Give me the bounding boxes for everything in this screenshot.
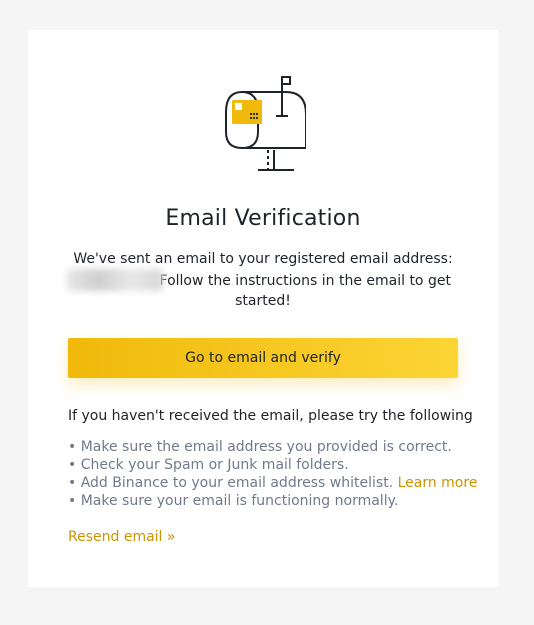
- tip-text: Add Binance to your email address whitel…: [80, 475, 394, 491]
- resend-email-link[interactable]: Resend email »: [68, 529, 175, 545]
- learn-more-link[interactable]: Learn more: [398, 475, 478, 491]
- page-title: Email Verification: [165, 206, 361, 231]
- list-item: Add Binance to your email address whitel…: [68, 474, 478, 492]
- list-item: Make sure the email address you provided…: [68, 438, 477, 456]
- list-item: Make sure your email is functioning norm…: [68, 492, 477, 510]
- tips-list: Make sure the email address you provided…: [68, 438, 478, 510]
- tip-text: Make sure the email address you provided…: [80, 439, 452, 455]
- description: We've sent an email to your registered e…: [67, 249, 458, 311]
- tip-text: Check your Spam or Junk mail folders.: [80, 457, 349, 473]
- mailbox-icon: [225, 76, 306, 171]
- description-line2: Follow the instructions in the email to …: [159, 273, 451, 309]
- description-line1: We've sent an email to your registered e…: [73, 251, 453, 267]
- help-heading: If you haven't received the email, pleas…: [68, 408, 473, 424]
- redacted-email: [67, 269, 164, 291]
- go-to-email-button[interactable]: Go to email and verify: [68, 338, 458, 378]
- tip-text: Make sure your email is functioning norm…: [80, 493, 399, 509]
- list-item: Check your Spam or Junk mail folders.: [68, 456, 477, 474]
- verification-card: Email Verification We've sent an email t…: [28, 30, 498, 587]
